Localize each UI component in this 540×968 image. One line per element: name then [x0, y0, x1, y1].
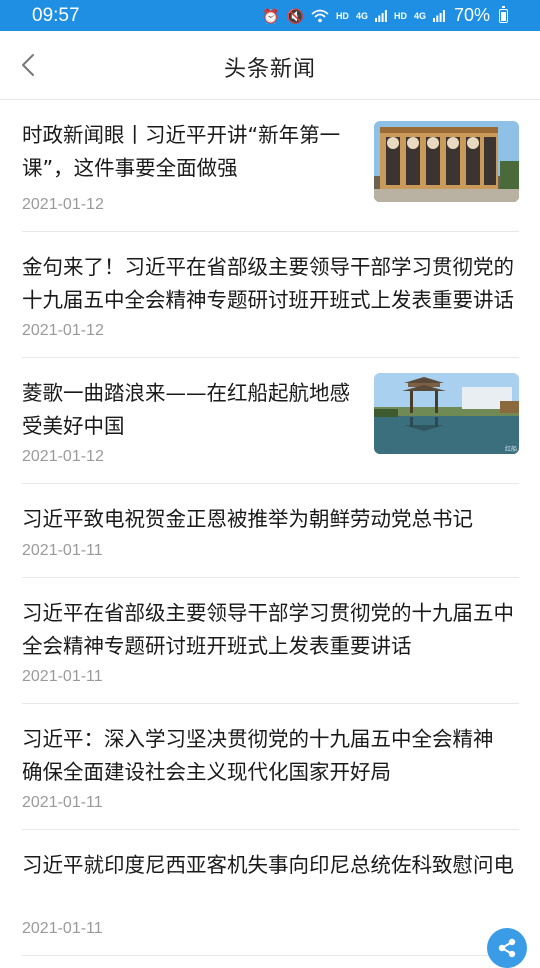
news-title: 金句来了！习近平在省部级主要领导干部学习贯彻党的十九届五中全会精神专题研讨班开班…	[22, 255, 514, 312]
battery-percent: 70%	[453, 5, 490, 25]
building-photo	[374, 121, 519, 202]
thumbnail-watermark: 红船	[505, 445, 517, 453]
network-label: 4G	[355, 10, 368, 21]
news-date: 2021-01-11	[22, 542, 103, 559]
news-date: 2021-01-12	[22, 196, 104, 213]
hd-label: HD	[393, 10, 407, 21]
news-item[interactable]: 习近平就印度尼西亚客机失事向印尼总统佐科致慰问电 2021-01-11	[22, 830, 519, 956]
share-icon	[498, 938, 516, 958]
status-bar: 09:57 ⏰ 🔇 HD 4G HD 4G 70%	[0, 0, 540, 31]
lake-pavilion-photo: 红船	[374, 373, 519, 454]
wifi-icon	[311, 9, 329, 22]
news-title: 时政新闻眼丨习近平开讲“新年第一课”，这件事要全面做强	[22, 123, 341, 180]
news-item[interactable]: 金句来了！习近平在省部级主要领导干部学习贯彻党的十九届五中全会精神专题研讨班开班…	[22, 232, 519, 358]
signal-icon	[374, 9, 387, 22]
page-title: 头条新闻	[223, 57, 316, 82]
header-bar: 头条新闻	[0, 31, 540, 100]
status-icons: ⏰ 🔇 HD 4G HD 4G 70%	[262, 5, 508, 26]
news-item[interactable]: 习近平在省部级主要领导干部学习贯彻党的十九届五中全会精神专题研讨班开班式上发表重…	[22, 578, 519, 704]
news-title: 习近平致电祝贺金正恩被推举为朝鲜劳动党总书记	[22, 507, 473, 531]
news-list: 时政新闻眼丨习近平开讲“新年第一课”，这件事要全面做强 2021-01-12 金…	[0, 100, 540, 956]
news-date: 2021-01-11	[22, 668, 103, 685]
news-title: 习近平：深入学习坚决贯彻党的十九届五中全会精神 确保全面建设社会主义现代化国家开…	[22, 727, 494, 784]
news-title: 习近平在省部级主要领导干部学习贯彻党的十九届五中全会精神专题研讨班开班式上发表重…	[22, 601, 514, 658]
signal-icon	[432, 9, 445, 22]
news-item[interactable]: 习近平：深入学习坚决贯彻党的十九届五中全会精神 确保全面建设社会主义现代化国家开…	[22, 704, 519, 830]
news-item[interactable]: 习近平致电祝贺金正恩被推举为朝鲜劳动党总书记 2021-01-11	[22, 484, 519, 578]
news-item[interactable]: 菱歌一曲踏浪来——在红船起航地感受美好中国 2021-01-12 红船	[22, 358, 519, 484]
battery-icon	[499, 5, 508, 23]
news-item[interactable]: 时政新闻眼丨习近平开讲“新年第一课”，这件事要全面做强 2021-01-12	[22, 100, 519, 232]
status-time: 09:57	[32, 4, 80, 26]
news-date: 2021-01-12	[22, 322, 104, 339]
news-date: 2021-01-11	[22, 920, 103, 937]
news-title: 习近平就印度尼西亚客机失事向印尼总统佐科致慰问电	[22, 853, 514, 877]
news-thumbnail	[374, 121, 519, 202]
mute-icon: 🔇	[286, 7, 304, 24]
network-label: 4G	[413, 10, 426, 21]
hd-label: HD	[335, 10, 349, 21]
alarm-icon: ⏰	[262, 7, 280, 24]
news-date: 2021-01-11	[22, 794, 103, 811]
share-button[interactable]	[487, 928, 527, 968]
news-title: 菱歌一曲踏浪来——在红船起航地感受美好中国	[22, 381, 350, 438]
news-thumbnail: 红船	[374, 373, 519, 454]
news-date: 2021-01-12	[22, 448, 104, 465]
